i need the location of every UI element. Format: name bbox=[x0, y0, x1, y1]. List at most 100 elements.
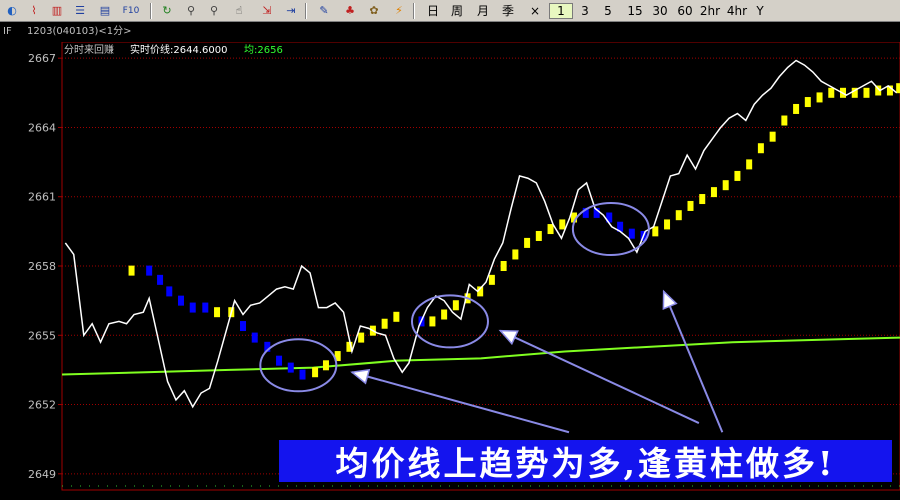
edit-icon[interactable]: ✎ bbox=[315, 2, 333, 19]
home-icon[interactable]: ◐ bbox=[3, 2, 21, 19]
period-button-60[interactable]: 60 bbox=[672, 3, 698, 19]
annotation-arrowhead bbox=[350, 368, 371, 385]
signal-bar bbox=[452, 300, 459, 311]
plot-frame bbox=[61, 42, 900, 491]
signal-bar bbox=[358, 332, 365, 343]
average-price-line bbox=[61, 336, 900, 376]
signal-bar bbox=[276, 355, 283, 366]
zoom-out-icon[interactable]: ⚲ bbox=[205, 2, 223, 19]
export-icon[interactable]: ⇥ bbox=[282, 2, 300, 19]
signal-bar bbox=[240, 321, 247, 332]
signal-bar bbox=[828, 87, 835, 98]
signal-bar bbox=[524, 237, 531, 248]
signal-bar bbox=[769, 131, 776, 142]
signal-bar bbox=[804, 97, 811, 108]
signal-bar bbox=[896, 83, 900, 94]
signal-bar bbox=[128, 265, 135, 276]
signal-bar bbox=[559, 219, 566, 230]
signal-bar bbox=[441, 309, 448, 320]
toolbar: ◐ ⌇ ▥ ☰ ▤ F10 ↻ ⚲ ⚲ ☝ ⇲ ⇥ ✎ ♣ ✿ ⚡ 日周月季 × 1 3 5 15 30 60 2hr 4hr Y bbox=[0, 0, 900, 22]
signal-bar bbox=[863, 87, 870, 98]
signal-bar bbox=[535, 230, 542, 241]
period-button-4hr[interactable]: 4hr bbox=[724, 3, 750, 19]
news-icon[interactable]: ▤ bbox=[96, 2, 114, 19]
signal-bar bbox=[816, 92, 823, 103]
y-tick-label: 2667 bbox=[28, 52, 56, 65]
y-tick-label: 2664 bbox=[28, 121, 56, 134]
signal-bar bbox=[628, 228, 635, 239]
signal-bar bbox=[312, 367, 319, 378]
annotation-arrow bbox=[499, 329, 700, 424]
symbol-label: IF bbox=[3, 26, 12, 37]
signal-bar bbox=[299, 369, 306, 380]
signal-bar bbox=[675, 210, 682, 221]
intraday-chart[interactable]: 2667 2664 2661 2658 2655 2652 2649 bbox=[0, 42, 900, 500]
signal-bar bbox=[664, 219, 671, 230]
signal-bar bbox=[699, 194, 706, 205]
y-tick-label: 2658 bbox=[28, 260, 56, 273]
annotation-arrowhead bbox=[662, 289, 678, 310]
signal-bar bbox=[429, 316, 436, 327]
y-tick-label: 2652 bbox=[28, 399, 56, 412]
period-button-1[interactable]: 1 bbox=[549, 3, 573, 19]
period-button-5[interactable]: 5 bbox=[598, 3, 618, 19]
signal-bar bbox=[757, 143, 764, 154]
period-button-2hr[interactable]: 2hr bbox=[697, 3, 723, 19]
signal-bar bbox=[512, 249, 519, 260]
caption-banner: 均价线上趋势为多,逢黄柱做多! bbox=[279, 440, 892, 483]
signal-bar bbox=[189, 302, 196, 313]
signal-bar bbox=[322, 360, 329, 371]
signal-bar bbox=[793, 103, 800, 114]
y-tick-label: 2649 bbox=[28, 468, 56, 481]
period-button-月[interactable]: 月 bbox=[473, 3, 493, 19]
caption-text: 均价线上趋势为多,逢黄柱做多! bbox=[335, 444, 836, 483]
signal-bar bbox=[547, 224, 554, 235]
signal-bar bbox=[710, 187, 717, 198]
period-button-3[interactable]: 3 bbox=[575, 3, 595, 19]
signal-bar bbox=[146, 265, 153, 276]
annotation-arrow bbox=[351, 371, 570, 434]
chart-info-bar: IF 1203(040103)<1分> 分时来回赚 实时价线:2644.6000… bbox=[0, 22, 900, 56]
signal-bar bbox=[287, 362, 294, 373]
signal-bar bbox=[202, 302, 209, 313]
signal-bar bbox=[687, 200, 694, 211]
price-line bbox=[64, 59, 898, 409]
signal-bar bbox=[157, 274, 164, 285]
signal-bar bbox=[251, 332, 258, 343]
flash-icon[interactable]: ⚡ bbox=[390, 2, 408, 19]
period-button-Y[interactable]: Y bbox=[750, 3, 770, 19]
period-button-30[interactable]: 30 bbox=[647, 3, 673, 19]
annotation-arrowhead bbox=[498, 329, 519, 346]
f10-icon[interactable]: F10 bbox=[122, 2, 140, 19]
alarm-icon[interactable]: ♣ bbox=[341, 2, 359, 19]
select-icon[interactable]: ☝ bbox=[230, 2, 248, 19]
close-period-button[interactable]: × bbox=[526, 3, 544, 19]
toolbar-separator bbox=[150, 3, 151, 19]
period-button-季[interactable]: 季 bbox=[498, 3, 518, 19]
toolbar-separator bbox=[413, 3, 414, 19]
signal-bar bbox=[214, 307, 221, 318]
y-tick-label: 2655 bbox=[28, 329, 56, 342]
refresh-icon[interactable]: ↻ bbox=[158, 2, 176, 19]
signal-bar bbox=[500, 261, 507, 271]
signal-bar bbox=[722, 180, 729, 191]
line-chart-icon[interactable]: ⌇ bbox=[25, 2, 43, 19]
candlestick-icon[interactable]: ▥ bbox=[48, 2, 66, 19]
signal-bar bbox=[177, 295, 184, 306]
people-icon[interactable]: ✿ bbox=[365, 2, 383, 19]
annotation-circle bbox=[571, 202, 650, 257]
contract-label: 1203(040103)<1分> bbox=[27, 26, 132, 37]
download-icon[interactable]: ⇲ bbox=[258, 2, 276, 19]
signal-bar bbox=[734, 170, 741, 181]
signal-bar bbox=[746, 159, 753, 170]
period-button-周[interactable]: 周 bbox=[447, 3, 467, 19]
signal-bar bbox=[381, 318, 388, 329]
period-button-15[interactable]: 15 bbox=[622, 3, 648, 19]
zoom-in-icon[interactable]: ⚲ bbox=[182, 2, 200, 19]
signal-bar bbox=[393, 311, 400, 322]
toolbar-separator bbox=[305, 3, 306, 19]
signal-bar bbox=[781, 115, 788, 126]
period-button-日[interactable]: 日 bbox=[423, 3, 443, 19]
list-icon[interactable]: ☰ bbox=[71, 2, 89, 19]
signal-bar bbox=[652, 226, 659, 237]
